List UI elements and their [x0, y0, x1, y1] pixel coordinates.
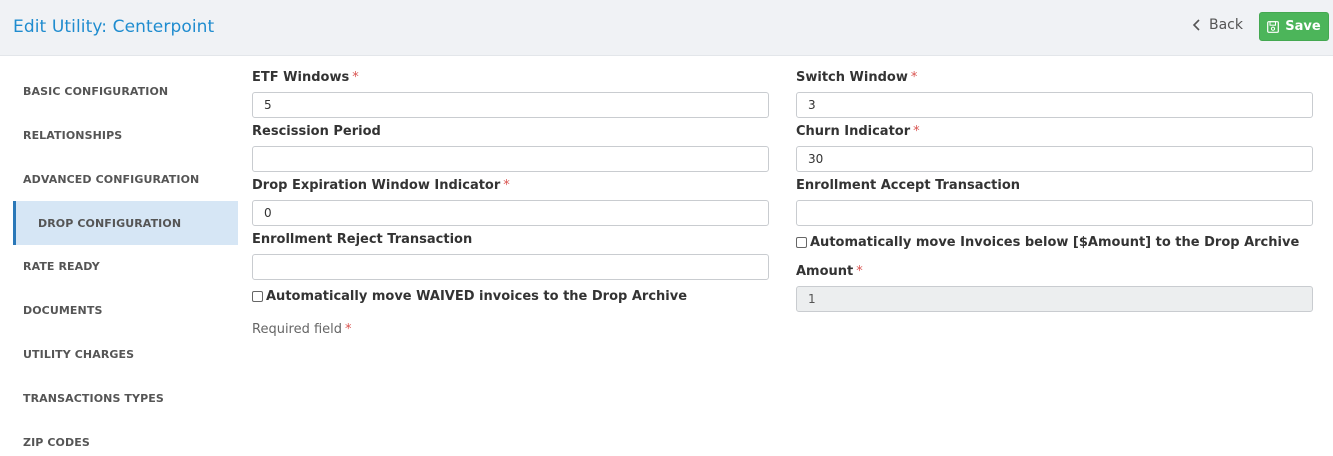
- save-button[interactable]: Save: [1259, 12, 1329, 41]
- sidebar-item-rate-ready[interactable]: RATE READY: [13, 244, 238, 288]
- back-button[interactable]: Back: [1192, 17, 1243, 33]
- floppy-disk-icon: [1267, 20, 1280, 33]
- sidebar-item-label: ZIP CODES: [23, 435, 90, 449]
- enrollment-reject-input[interactable]: [252, 254, 769, 280]
- required-note-text: Required field: [252, 322, 343, 337]
- sidebar-item-basic-configuration[interactable]: BASIC CONFIGURATION: [13, 69, 238, 113]
- sidebar-item-documents[interactable]: DOCUMENTS: [13, 288, 238, 332]
- churn-indicator-label-text: Churn Indicator: [796, 124, 911, 139]
- rescission-period-label: Rescission Period: [252, 124, 381, 139]
- sidebar-item-label: TRANSACTIONS TYPES: [23, 391, 164, 405]
- required-asterisk: *: [503, 178, 510, 193]
- etf-windows-input[interactable]: [252, 92, 769, 118]
- chevron-left-icon: [1192, 19, 1200, 31]
- sidebar-item-transactions-types[interactable]: TRANSACTIONS TYPES: [13, 376, 238, 420]
- enrollment-accept-input[interactable]: [796, 200, 1313, 226]
- amount-label-text: Amount: [796, 264, 854, 279]
- amount-label: Amount *: [796, 264, 863, 279]
- page-title: Edit Utility: Centerpoint: [13, 17, 215, 37]
- sidebar-item-label: DOCUMENTS: [23, 303, 103, 317]
- amount-invoices-option: Automatically move Invoices below [$Amou…: [796, 235, 1299, 250]
- churn-indicator-label: Churn Indicator *: [796, 124, 920, 139]
- churn-indicator-input[interactable]: [796, 146, 1313, 172]
- sidebar-item-drop-configuration[interactable]: DROP CONFIGURATION: [13, 201, 238, 245]
- switch-window-label: Switch Window *: [796, 70, 917, 85]
- switch-window-input[interactable]: [796, 92, 1313, 118]
- required-asterisk: *: [352, 70, 359, 85]
- sidebar-item-label: DROP CONFIGURATION: [38, 216, 182, 230]
- rescission-period-input[interactable]: [252, 146, 769, 172]
- switch-window-label-text: Switch Window: [796, 70, 908, 85]
- amount-invoices-label: Automatically move Invoices below [$Amou…: [810, 235, 1300, 250]
- enrollment-accept-label: Enrollment Accept Transaction: [796, 178, 1021, 193]
- sidebar-nav: BASIC CONFIGURATION RELATIONSHIPS ADVANC…: [0, 56, 238, 456]
- amount-input: [796, 286, 1313, 312]
- required-asterisk: *: [345, 322, 352, 337]
- etf-windows-label: ETF Windows *: [252, 70, 359, 85]
- sidebar-item-label: UTILITY CHARGES: [23, 347, 135, 361]
- sidebar-item-zip-codes[interactable]: ZIP CODES: [13, 420, 238, 456]
- sidebar-item-label: ADVANCED CONFIGURATION: [23, 172, 200, 186]
- waived-invoices-label: Automatically move WAIVED invoices to th…: [266, 289, 688, 304]
- waived-invoices-checkbox[interactable]: [252, 291, 263, 302]
- drop-expiration-label: Drop Expiration Window Indicator *: [252, 178, 510, 193]
- waived-invoices-option: Automatically move WAIVED invoices to th…: [252, 289, 687, 304]
- drop-expiration-label-text: Drop Expiration Window Indicator: [252, 178, 501, 193]
- sidebar-item-label: RATE READY: [23, 259, 100, 273]
- amount-invoices-checkbox[interactable]: [796, 237, 807, 248]
- sidebar-item-advanced-configuration[interactable]: ADVANCED CONFIGURATION: [13, 157, 238, 201]
- required-field-note: Required field *: [252, 322, 352, 337]
- page-header: Edit Utility: Centerpoint Back Save: [0, 0, 1333, 56]
- required-asterisk: *: [910, 70, 918, 85]
- back-label: Back: [1209, 17, 1243, 33]
- save-label: Save: [1285, 19, 1321, 34]
- enrollment-reject-label: Enrollment Reject Transaction: [252, 232, 473, 247]
- sidebar-item-utility-charges[interactable]: UTILITY CHARGES: [13, 332, 238, 376]
- sidebar-item-label: RELATIONSHIPS: [23, 128, 123, 142]
- required-asterisk: *: [913, 124, 920, 139]
- etf-windows-label-text: ETF Windows: [252, 70, 350, 85]
- sidebar-item-label: BASIC CONFIGURATION: [23, 84, 169, 98]
- sidebar-item-relationships[interactable]: RELATIONSHIPS: [13, 113, 238, 157]
- drop-expiration-input[interactable]: [252, 200, 769, 226]
- required-asterisk: *: [856, 264, 863, 279]
